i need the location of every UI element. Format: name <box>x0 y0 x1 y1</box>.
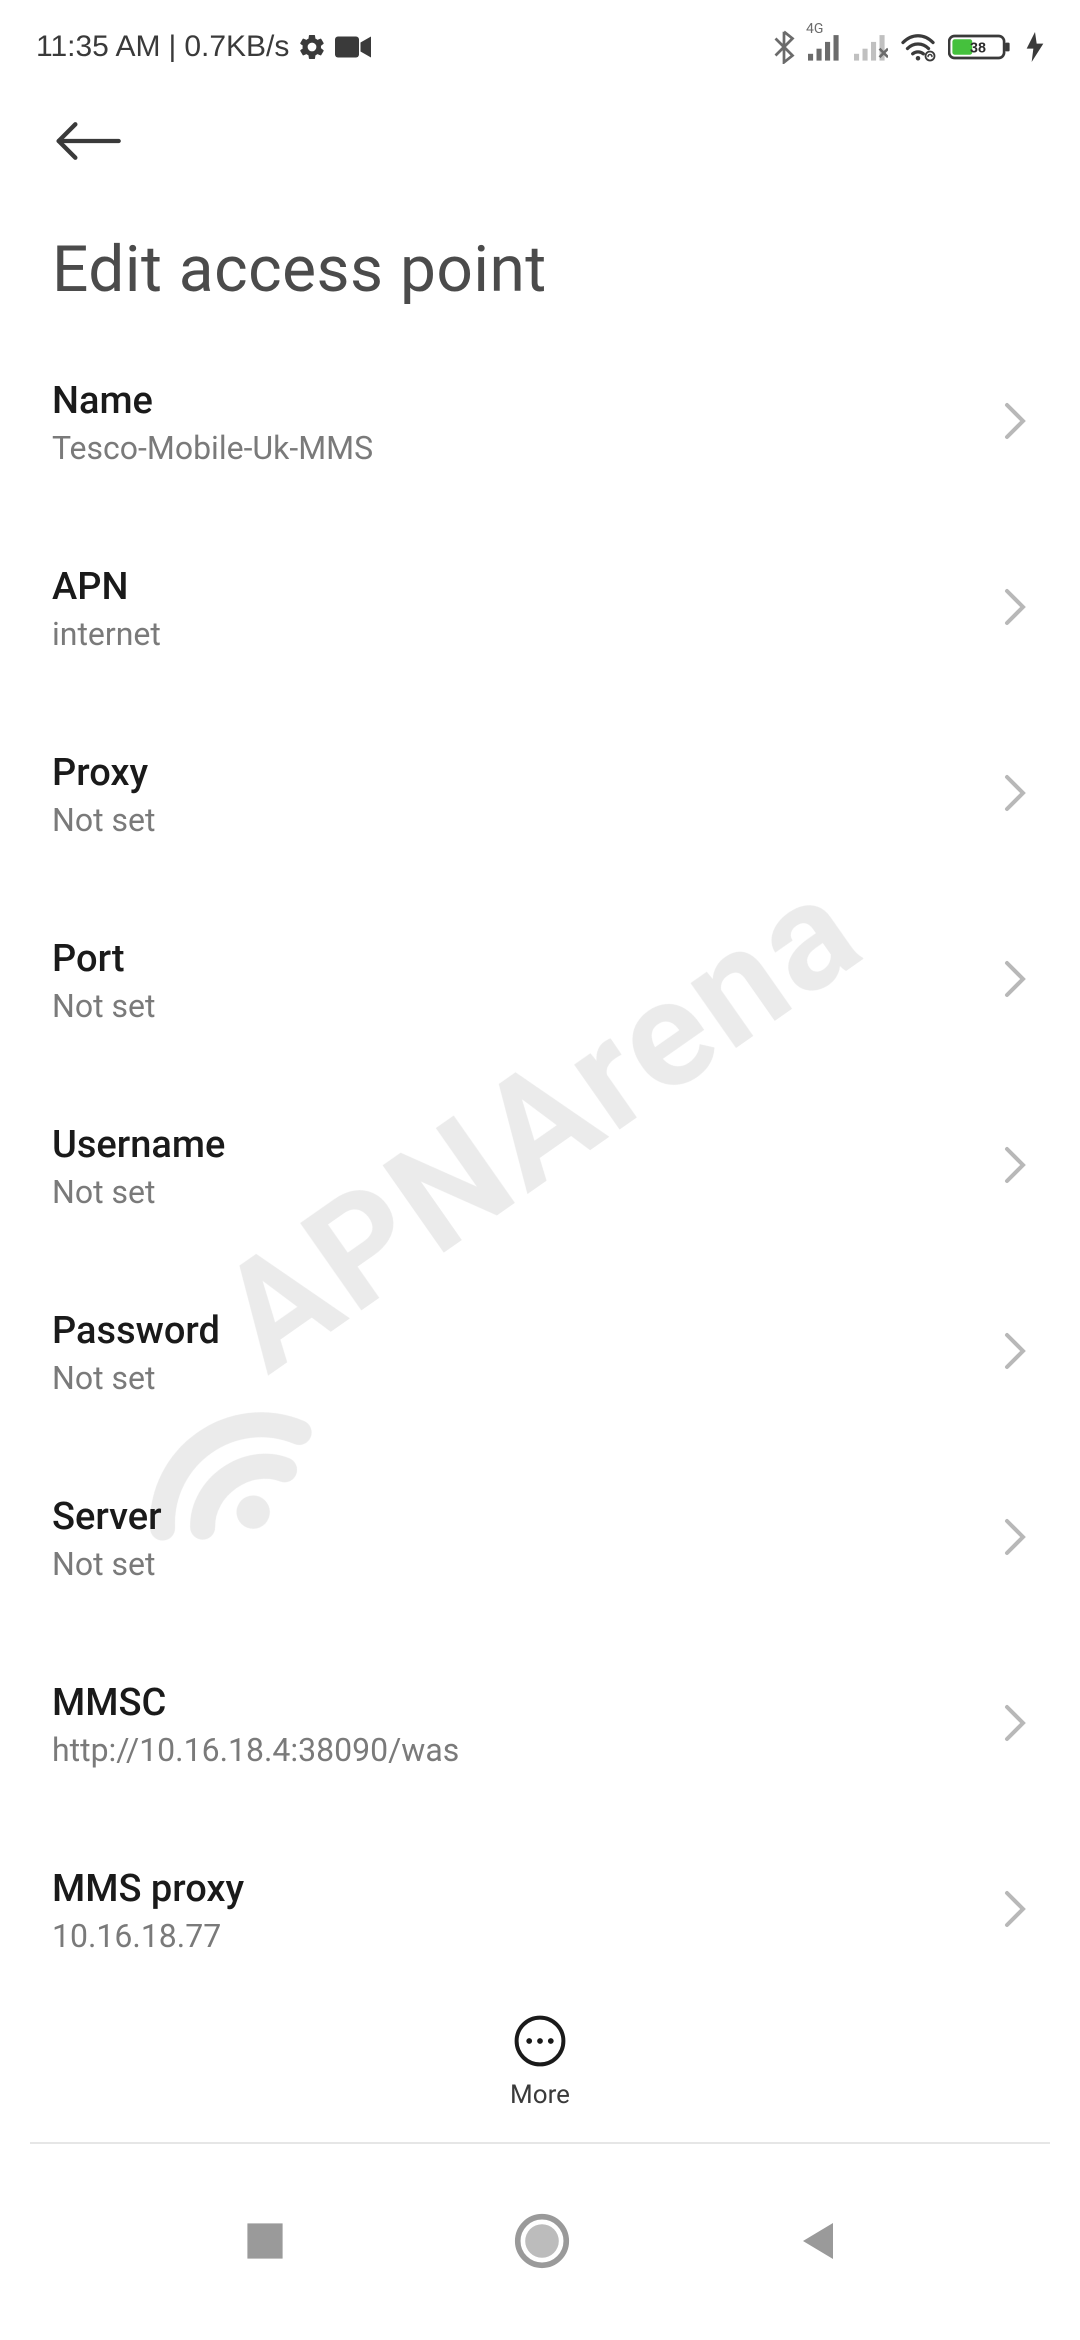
apn-apn-row[interactable]: APN internet <box>52 517 1028 703</box>
triangle-left-icon <box>797 2219 837 2263</box>
row-value: Not set <box>52 801 155 839</box>
camera-icon <box>335 33 371 61</box>
status-time: 11:35 AM <box>36 30 161 64</box>
status-left: 11:35 AM | 0.7KB/s <box>36 30 371 64</box>
circle-icon <box>514 2213 570 2269</box>
chevron-right-icon <box>1002 1889 1028 1933</box>
more-label: More <box>510 2080 570 2110</box>
row-label: Proxy <box>52 751 155 795</box>
navigation-bar <box>0 2190 1080 2340</box>
nav-divider <box>30 2142 1050 2144</box>
nav-back-button[interactable] <box>797 2219 837 2267</box>
settings-list: Name Tesco-Mobile-Uk-MMS APN internet Pr… <box>0 331 1080 2005</box>
row-label: Username <box>52 1123 225 1167</box>
apn-name-row[interactable]: Name Tesco-Mobile-Uk-MMS <box>52 331 1028 517</box>
apn-port-row[interactable]: Port Not set <box>52 889 1028 1075</box>
nav-home-button[interactable] <box>514 2213 570 2273</box>
back-button[interactable] <box>52 118 122 168</box>
status-right: 4G 38 <box>772 30 1044 64</box>
square-icon <box>243 2219 287 2263</box>
row-value: Not set <box>52 1545 162 1583</box>
status-sep: | <box>169 30 177 64</box>
chevron-right-icon <box>1002 1331 1028 1375</box>
row-value: Not set <box>52 1359 220 1397</box>
arrow-left-icon <box>52 118 122 164</box>
battery-pct-text: 38 <box>970 41 986 57</box>
more-button[interactable]: More <box>0 2014 1080 2110</box>
row-label: Name <box>52 379 373 423</box>
apn-mmsc-row[interactable]: MMSC http://10.16.18.4:38090/was <box>52 1633 1028 1819</box>
row-label: MMSC <box>52 1681 459 1725</box>
bluetooth-icon <box>772 30 796 64</box>
chevron-right-icon <box>1002 401 1028 445</box>
gear-icon <box>297 32 327 62</box>
row-label: MMS proxy <box>52 1867 244 1911</box>
status-speed: 0.7KB/s <box>184 30 289 64</box>
chevron-right-icon <box>1002 773 1028 817</box>
apn-password-row[interactable]: Password Not set <box>52 1261 1028 1447</box>
row-value: 10.16.18.77 <box>52 1917 244 1955</box>
row-value: Not set <box>52 1173 225 1211</box>
charging-icon <box>1026 32 1044 62</box>
row-value: Not set <box>52 987 155 1025</box>
wifi-icon <box>900 32 936 62</box>
battery-icon: 38 <box>948 32 1014 62</box>
chevron-right-icon <box>1002 1517 1028 1561</box>
apn-server-row[interactable]: Server Not set <box>52 1447 1028 1633</box>
row-label: Password <box>52 1309 220 1353</box>
nav-recent-button[interactable] <box>243 2219 287 2267</box>
row-label: APN <box>52 565 161 609</box>
signal-nosim-icon <box>854 33 888 61</box>
signal-4g-icon: 4G <box>808 33 842 61</box>
apn-proxy-row[interactable]: Proxy Not set <box>52 703 1028 889</box>
chevron-right-icon <box>1002 1145 1028 1189</box>
chevron-right-icon <box>1002 1703 1028 1747</box>
row-value: Tesco-Mobile-Uk-MMS <box>52 429 373 467</box>
apn-username-row[interactable]: Username Not set <box>52 1075 1028 1261</box>
chevron-right-icon <box>1002 959 1028 1003</box>
row-label: Port <box>52 937 155 981</box>
status-bar: 11:35 AM | 0.7KB/s 4G <box>0 0 1080 72</box>
chevron-right-icon <box>1002 587 1028 631</box>
page-title: Edit access point <box>0 168 1080 331</box>
row-label: Server <box>52 1495 162 1539</box>
row-value: internet <box>52 615 161 653</box>
apn-mmsproxy-row[interactable]: MMS proxy 10.16.18.77 <box>52 1819 1028 2005</box>
row-value: http://10.16.18.4:38090/was <box>52 1731 459 1769</box>
more-dots-icon <box>513 2014 567 2072</box>
